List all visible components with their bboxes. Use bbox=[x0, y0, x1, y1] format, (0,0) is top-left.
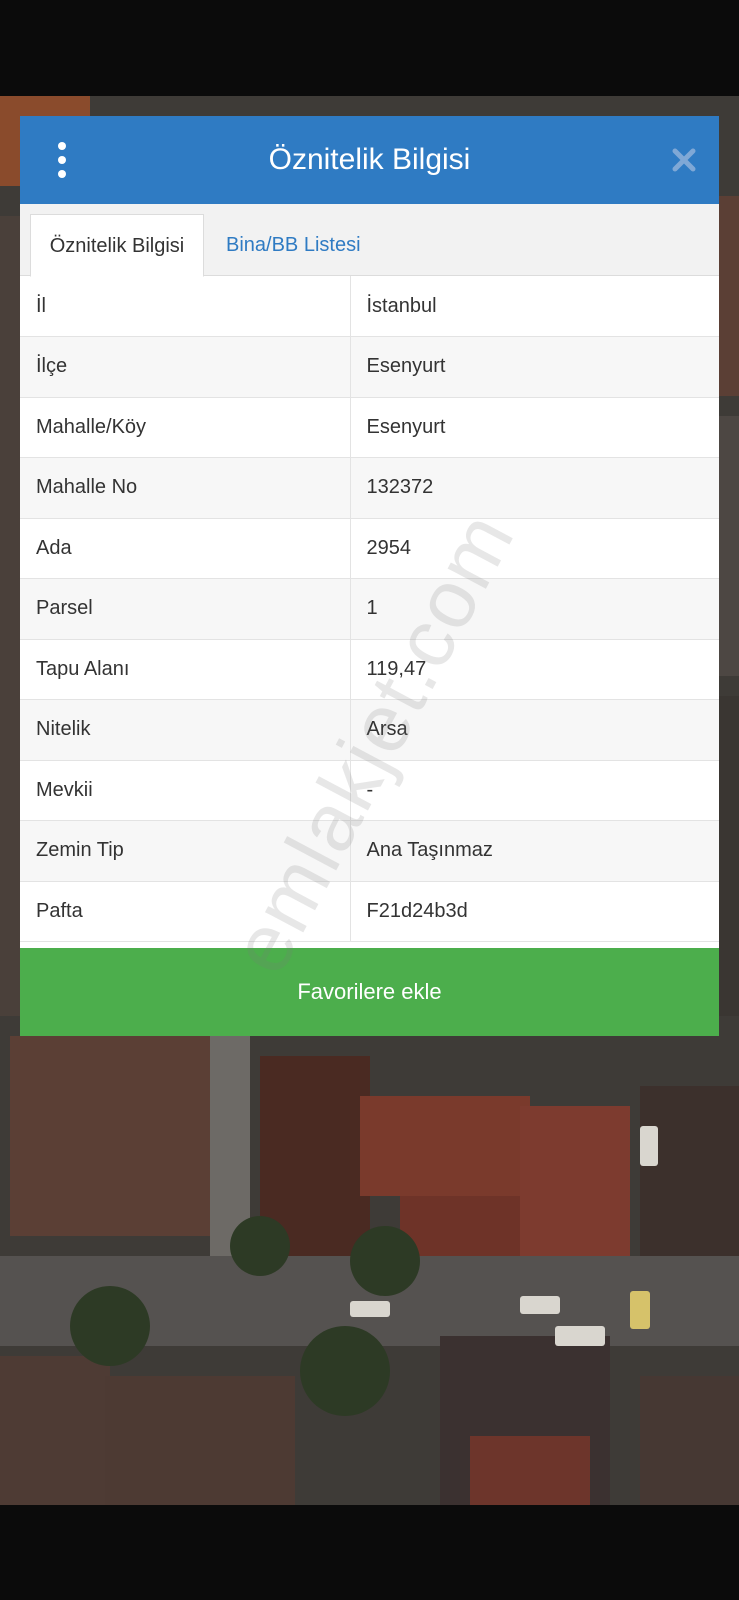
attribute-key: Mahalle/Köy bbox=[20, 397, 351, 458]
map-building bbox=[640, 1376, 739, 1505]
attribute-key: İlçe bbox=[20, 336, 351, 398]
top-black-bar bbox=[0, 0, 739, 96]
modal-title: Öznitelik Bilgisi bbox=[268, 143, 471, 176]
attribute-value: 2954 bbox=[350, 518, 719, 579]
map-building bbox=[105, 1376, 295, 1505]
attribute-key: İl bbox=[20, 276, 351, 337]
map-car bbox=[555, 1326, 605, 1346]
attribute-key: Mahalle No bbox=[20, 457, 351, 519]
map-tree bbox=[70, 1286, 150, 1366]
tab-building-list[interactable]: Bina/BB Listesi bbox=[210, 214, 377, 277]
attribute-value: F21d24b3d bbox=[350, 881, 719, 942]
attribute-info-modal: Öznitelik Bilgisi Öznitelik Bilgisi Bina… bbox=[20, 116, 719, 1036]
attribute-key: Nitelik bbox=[20, 699, 351, 761]
table-row: Mahalle/Köy Esenyurt bbox=[20, 397, 719, 458]
table-row: İlçe Esenyurt bbox=[20, 336, 719, 398]
bottom-black-bar bbox=[0, 1505, 739, 1600]
map-building bbox=[0, 216, 22, 1016]
map-building bbox=[0, 1356, 110, 1505]
map-tree bbox=[300, 1326, 390, 1416]
table-row: Mahalle No 132372 bbox=[20, 457, 719, 519]
map-car bbox=[640, 1126, 658, 1166]
attribute-value: Esenyurt bbox=[350, 397, 719, 458]
tab-bar: Öznitelik Bilgisi Bina/BB Listesi bbox=[20, 204, 719, 277]
kebab-menu-icon[interactable] bbox=[50, 142, 74, 178]
map-building bbox=[470, 1436, 590, 1505]
attribute-value: Esenyurt bbox=[350, 336, 719, 398]
table-row: Parsel 1 bbox=[20, 578, 719, 640]
attribute-value: 132372 bbox=[350, 457, 719, 519]
table-row: İl İstanbul bbox=[20, 276, 719, 337]
map-car bbox=[520, 1296, 560, 1314]
map-car bbox=[350, 1301, 390, 1317]
attribute-key: Tapu Alanı bbox=[20, 639, 351, 700]
attribute-value: Ana Taşınmaz bbox=[350, 820, 719, 882]
map-car bbox=[630, 1291, 650, 1329]
attribute-key: Parsel bbox=[20, 578, 351, 640]
map-building bbox=[10, 1036, 210, 1236]
map-tree bbox=[230, 1216, 290, 1276]
attribute-key: Ada bbox=[20, 518, 351, 579]
table-row: Ada 2954 bbox=[20, 518, 719, 579]
table-row: Pafta F21d24b3d bbox=[20, 881, 719, 942]
add-to-favorites-button[interactable]: Favorilere ekle bbox=[20, 948, 719, 1036]
map-building bbox=[360, 1096, 530, 1196]
modal-header: Öznitelik Bilgisi bbox=[20, 116, 719, 204]
map-tree bbox=[350, 1226, 420, 1296]
attribute-value: İstanbul bbox=[350, 276, 719, 337]
tab-attribute-info[interactable]: Öznitelik Bilgisi bbox=[30, 214, 204, 277]
close-icon[interactable] bbox=[666, 142, 702, 178]
